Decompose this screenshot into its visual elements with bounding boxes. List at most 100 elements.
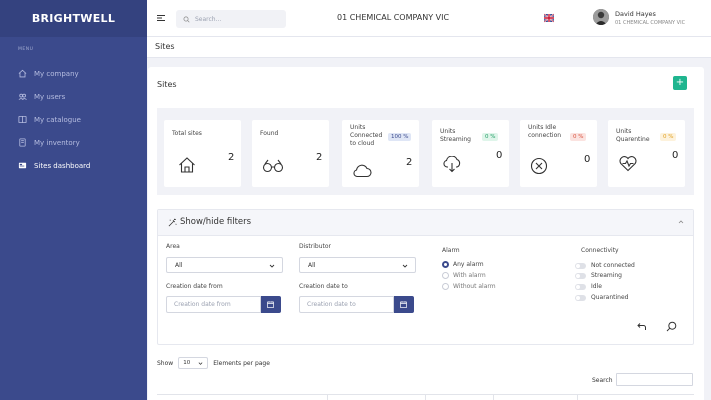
stat-label: Found	[260, 130, 279, 137]
stat-value: 0	[672, 150, 679, 161]
toggle-switch	[575, 283, 586, 290]
sidebar-item-label: My catalogue	[34, 115, 81, 124]
calendar-icon	[400, 301, 407, 308]
page-size-value: 10	[183, 360, 191, 366]
sidebar-item-label: Sites dashboard	[34, 161, 91, 170]
card-title: Sites	[157, 80, 177, 89]
table-search-input[interactable]	[616, 373, 693, 386]
stat-connected: Units Connected to cloud 100 % 2	[342, 120, 419, 187]
sidebar-item-my-users[interactable]: My users	[0, 85, 147, 108]
creation-to-calendar-button[interactable]	[394, 296, 414, 313]
global-search[interactable]	[176, 10, 286, 28]
creation-to-input[interactable]: Creation date to	[299, 296, 394, 313]
distributor-select[interactable]: All	[299, 257, 416, 273]
menu-label: MENU	[18, 47, 34, 52]
avatar-image	[593, 9, 609, 25]
creation-from-input[interactable]: Creation date from	[166, 296, 261, 313]
sidebar-item-my-catalogue[interactable]: My catalogue	[0, 108, 147, 131]
stat-label: Units Connected to cloud	[350, 124, 383, 147]
topbar: 01 CHEMICAL COMPANY VIC David Hayes 01 C…	[147, 0, 711, 37]
stat-value: 2	[228, 152, 235, 163]
toggle-idle[interactable]: Idle	[575, 283, 602, 290]
stats-panel: Total sites 2 Found 2 Units Connected to…	[157, 108, 694, 195]
toggle-not-connected[interactable]: Not connected	[575, 262, 635, 269]
search-icon[interactable]	[666, 321, 677, 332]
distributor-label: Distributor	[299, 243, 332, 250]
toggle-quarantined[interactable]: Quarantined	[575, 294, 628, 301]
sidebar-item-sites-dashboard[interactable]: Sites dashboard	[0, 154, 147, 177]
filters-panel: Show/hide filters Area All Distributor A…	[157, 209, 694, 345]
uk-flag-icon[interactable]	[544, 13, 554, 23]
user-company: 01 CHEMICAL COMPANY VIC	[615, 20, 686, 26]
heart-pulse-icon	[619, 156, 637, 172]
table-column-divider	[425, 395, 426, 400]
status-badge: 100 %	[388, 133, 412, 141]
filters-toggle[interactable]: Show/hide filters	[158, 210, 693, 236]
user-name[interactable]: David Hayes	[615, 10, 656, 18]
stat-value: 0	[584, 154, 591, 165]
sites-card: Sites + Total sites 2 Found 2 Units Conn…	[148, 67, 704, 400]
radio-without-alarm[interactable]: Without alarm	[442, 283, 496, 290]
stat-label: Units Idle connection	[528, 124, 562, 139]
page-size-control: Show 10 Elements per page	[157, 357, 270, 369]
binoculars-icon	[262, 159, 284, 173]
toggle-switch	[575, 294, 586, 301]
area-select[interactable]: All	[166, 257, 283, 273]
stat-quarantine: Units Quarentine 0 % 0	[608, 120, 685, 187]
dashboard-icon	[18, 162, 27, 169]
sidebar-item-my-inventory[interactable]: My inventory	[0, 131, 147, 154]
status-badge: 0 %	[570, 133, 587, 141]
table-search-label: Search	[592, 377, 613, 384]
stat-value: 2	[316, 152, 323, 163]
calendar-icon	[267, 301, 274, 308]
radio-dot	[442, 283, 449, 290]
toggle-switch	[575, 262, 586, 269]
house-icon	[179, 157, 195, 173]
hamburger-menu-icon[interactable]	[156, 13, 166, 23]
radio-dot	[442, 261, 449, 268]
toggle-label: Idle	[591, 283, 602, 290]
page-title: Sites	[155, 42, 175, 51]
table-column-divider	[577, 395, 578, 400]
creation-from-calendar-button[interactable]	[261, 296, 281, 313]
radio-label: Any alarm	[453, 261, 484, 268]
brand-name: BRIGHTWELL	[31, 12, 116, 25]
chevron-down-icon	[402, 264, 408, 268]
chevron-up-icon[interactable]	[678, 219, 684, 225]
toggle-streaming[interactable]: Streaming	[575, 272, 622, 279]
creation-from-label: Creation date from	[166, 283, 223, 290]
stat-value: 2	[406, 157, 413, 168]
radio-any-alarm[interactable]: Any alarm	[442, 261, 484, 268]
radio-with-alarm[interactable]: With alarm	[442, 272, 486, 279]
sidebar-item-label: My users	[34, 92, 66, 101]
search-input[interactable]	[195, 15, 280, 23]
sidebar-item-label: My inventory	[34, 138, 80, 147]
brand-logo[interactable]: BRIGHTWELL	[0, 0, 147, 37]
add-site-button[interactable]: +	[673, 76, 687, 90]
toggle-label: Not connected	[591, 262, 635, 269]
status-badge: 0 %	[660, 133, 677, 141]
reset-filters-icon[interactable]	[636, 322, 647, 333]
radio-label: With alarm	[453, 272, 486, 279]
stat-idle: Units Idle connection 0 % 0	[520, 120, 597, 187]
sidebar-item-my-company[interactable]: My company	[0, 62, 147, 85]
table-column-divider	[327, 395, 328, 400]
toggle-label: Streaming	[591, 272, 622, 279]
inventory-icon	[19, 138, 26, 147]
stat-label: Total sites	[172, 130, 202, 137]
toggle-switch	[575, 272, 586, 279]
radio-label: Without alarm	[453, 283, 496, 290]
page-size-select[interactable]: 10	[178, 357, 209, 369]
catalogue-icon	[18, 115, 27, 124]
avatar[interactable]	[593, 9, 609, 25]
x-circle-icon	[530, 157, 548, 175]
cloud-icon	[353, 164, 372, 178]
stat-found: Found 2	[252, 120, 329, 187]
cloud-download-icon	[443, 156, 461, 173]
company-name: 01 CHEMICAL COMPANY VIC	[337, 13, 450, 22]
home-icon	[18, 69, 27, 78]
per-page-label: Elements per page	[213, 359, 270, 367]
area-select-value: All	[175, 262, 183, 269]
stat-value: 0	[496, 150, 503, 161]
sidebar-nav: My company My users My catalogue My inve…	[0, 62, 147, 177]
